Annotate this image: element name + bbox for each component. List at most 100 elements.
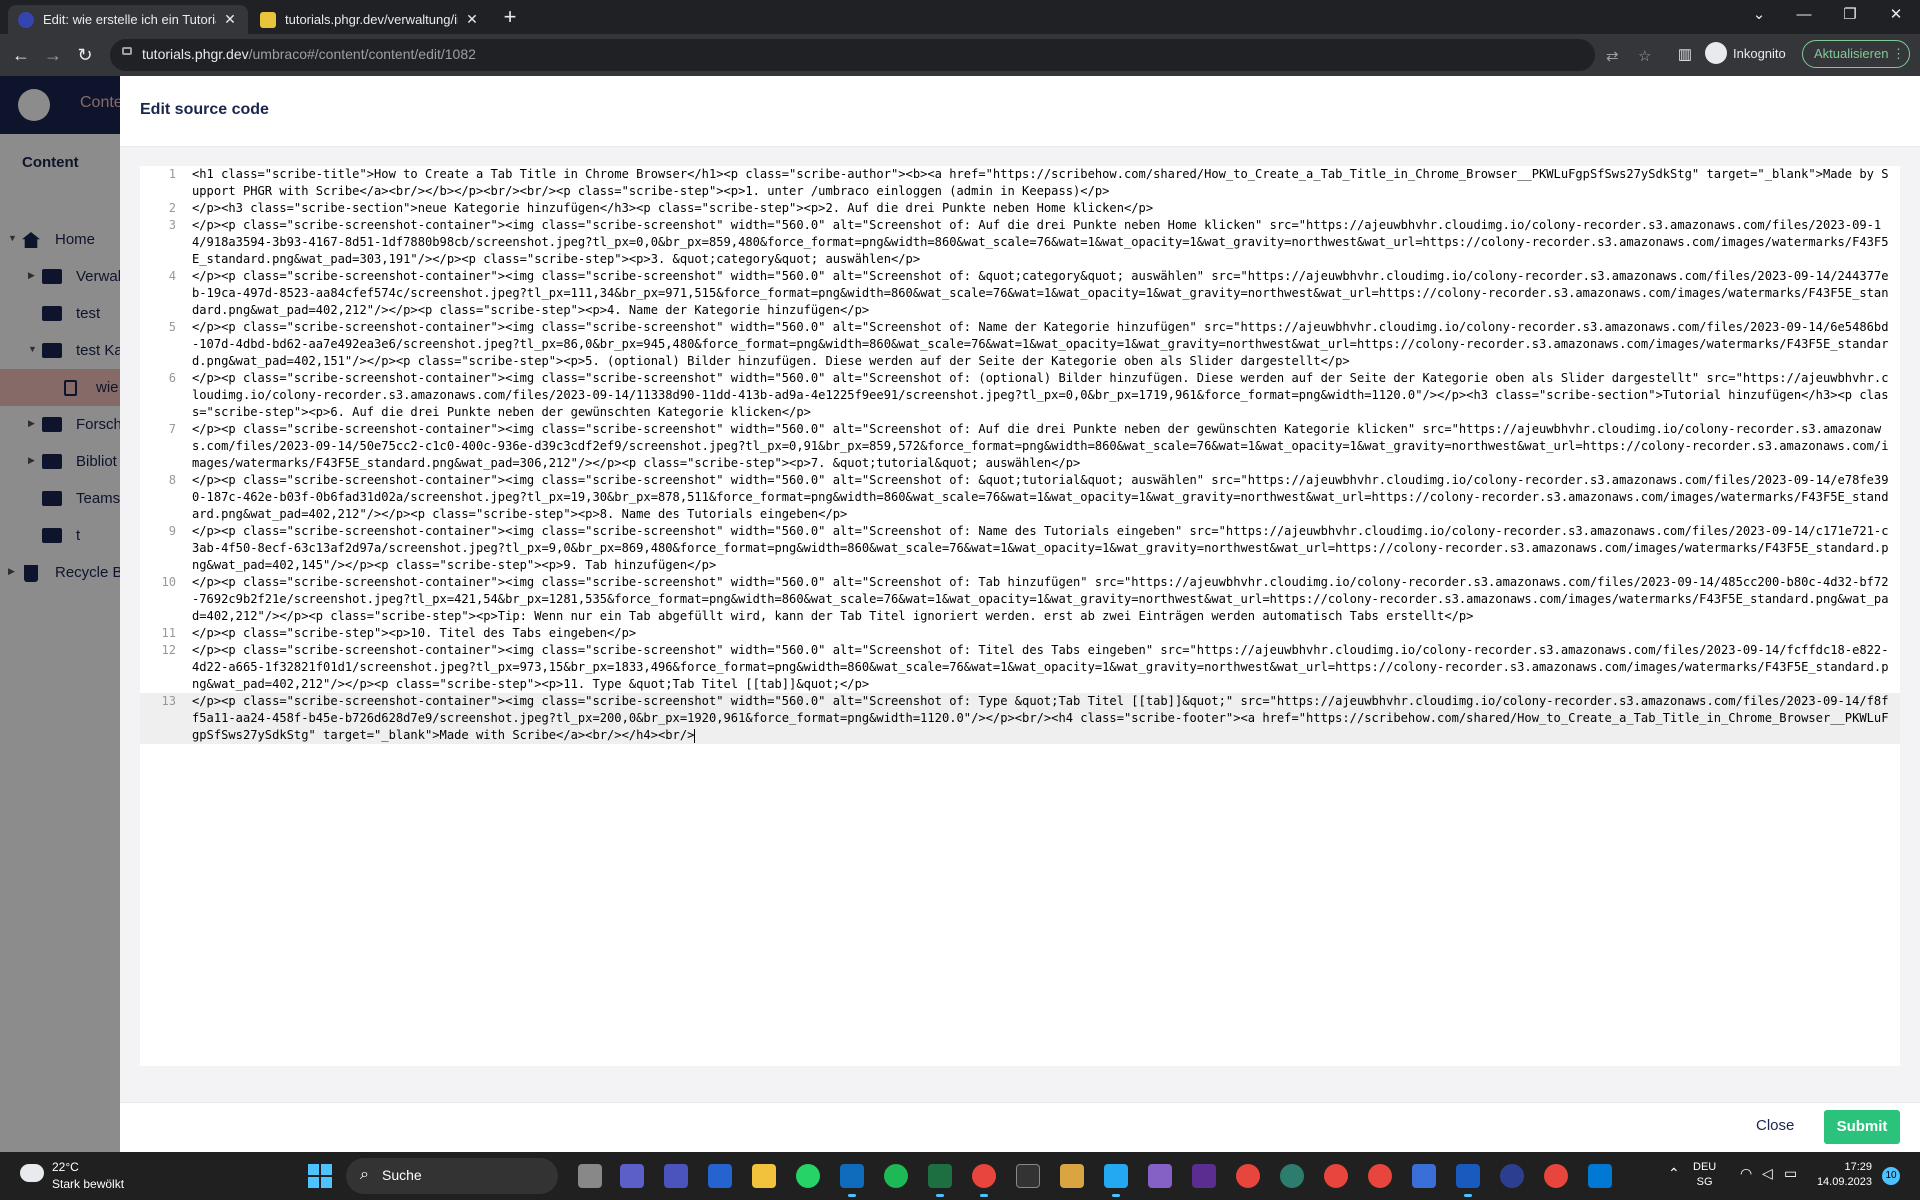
app-icon[interactable] <box>1280 1164 1304 1188</box>
text-cursor <box>694 728 696 743</box>
code-line[interactable]: 3 </p><p class="scribe-screenshot-contain… <box>140 217 1900 268</box>
system-clock[interactable]: 17:29 14.09.2023 <box>1812 1160 1872 1190</box>
line-text[interactable]: </p><p class="scribe-screenshot-containe… <box>192 574 1892 625</box>
code-lines[interactable]: 1 <h1 class="scribe-title">How to Create … <box>140 166 1900 744</box>
cloud-icon <box>20 1164 44 1182</box>
volume-icon[interactable]: ◁ <box>1762 1165 1773 1182</box>
wifi-icon[interactable]: ◠ <box>1740 1165 1752 1182</box>
close-tab-icon[interactable]: ✕ <box>464 11 480 28</box>
line-text[interactable]: </p><p class="scribe-screenshot-containe… <box>192 370 1892 421</box>
translate-icon[interactable]: ⇄ <box>1606 47 1619 65</box>
chrome-icon[interactable] <box>1324 1164 1348 1188</box>
notification-badge[interactable]: 10 <box>1882 1167 1900 1185</box>
clock-date: 14.09.2023 <box>1816 1176 1872 1188</box>
input-language[interactable]: DEU SG <box>1693 1160 1716 1190</box>
weather-text: Stark bewölkt <box>52 1177 125 1191</box>
terminal-icon[interactable] <box>1016 1164 1040 1188</box>
line-number: 3 <box>168 218 176 232</box>
code-line[interactable]: 10 </p><p class="scribe-screenshot-contai… <box>140 574 1900 625</box>
line-text[interactable]: </p><p class="scribe-screenshot-containe… <box>192 319 1892 370</box>
taskbar-search[interactable]: ⌕ Suche <box>346 1158 558 1194</box>
new-tab-button[interactable]: + <box>498 6 522 30</box>
code-line[interactable]: 11 </p><p class="scribe-step"><p>10. Tite… <box>140 625 1900 642</box>
line-number: 5 <box>168 320 176 334</box>
app-icon[interactable] <box>1412 1164 1436 1188</box>
line-text[interactable]: </p><h3 class="scribe-section">neue Kate… <box>192 200 1892 217</box>
app-icon[interactable] <box>1060 1164 1084 1188</box>
chevron-up-icon[interactable]: ⌃ <box>1668 1165 1680 1182</box>
browser-tab-active[interactable]: Edit: wie erstelle ich ein Tutorial ✕ <box>8 5 248 34</box>
outlook-icon[interactable] <box>840 1164 864 1197</box>
chrome-icon[interactable] <box>972 1164 996 1197</box>
teams-icon[interactable] <box>664 1164 688 1188</box>
back-arrow-icon[interactable]: ← <box>8 42 34 68</box>
chrome-icon[interactable] <box>1544 1164 1568 1188</box>
line-text[interactable]: </p><p class="scribe-screenshot-containe… <box>192 523 1892 574</box>
code-line[interactable]: 7 </p><p class="scribe-screenshot-contain… <box>140 421 1900 472</box>
line-number: 11 <box>161 626 176 640</box>
line-text[interactable]: </p><p class="scribe-screenshot-containe… <box>192 693 1892 744</box>
line-number: 4 <box>168 269 176 283</box>
bookmark-star-icon[interactable]: ☆ <box>1638 47 1651 65</box>
code-line[interactable]: 13 </p><p class="scribe-screenshot-contai… <box>140 693 1900 744</box>
line-text[interactable]: <h1 class="scribe-title">How to Create a… <box>192 166 1892 200</box>
file-explorer-icon[interactable] <box>752 1164 776 1188</box>
visual-studio-icon[interactable] <box>1148 1164 1172 1188</box>
line-number: 7 <box>168 422 176 436</box>
word-icon[interactable] <box>1456 1164 1480 1197</box>
line-number: 12 <box>161 643 176 657</box>
code-line[interactable]: 6 </p><p class="scribe-screenshot-contain… <box>140 370 1900 421</box>
spotify-icon[interactable] <box>884 1164 908 1188</box>
submit-button[interactable]: Submit <box>1824 1110 1900 1144</box>
chrome-icon[interactable] <box>1368 1164 1392 1188</box>
line-number: 13 <box>161 694 176 708</box>
code-line[interactable]: 9 </p><p class="scribe-screenshot-contain… <box>140 523 1900 574</box>
app-icon[interactable] <box>1588 1164 1612 1188</box>
browser-tab-strip: Edit: wie erstelle ich ein Tutorial ✕ tu… <box>0 0 1920 34</box>
todo-icon[interactable] <box>708 1164 732 1188</box>
address-bar[interactable]: tutorials.phgr.dev/umbraco#/content/cont… <box>110 39 1651 71</box>
close-button[interactable]: Close <box>1756 1117 1794 1134</box>
close-tab-icon[interactable]: ✕ <box>222 11 238 28</box>
task-view-icon[interactable] <box>578 1164 602 1188</box>
site-favicon-icon <box>260 11 276 28</box>
excel-icon[interactable] <box>928 1164 952 1197</box>
code-line[interactable]: 8 </p><p class="scribe-screenshot-contain… <box>140 472 1900 523</box>
keepass-icon[interactable] <box>1500 1164 1524 1188</box>
app-icon[interactable] <box>1192 1164 1216 1188</box>
line-text[interactable]: </p><p class="scribe-step"><p>10. Titel … <box>192 625 1892 642</box>
line-text[interactable]: </p><p class="scribe-screenshot-containe… <box>192 217 1892 268</box>
tab-title: Edit: wie erstelle ich ein Tutorial <box>43 12 216 27</box>
teams-chat-icon[interactable] <box>620 1164 644 1188</box>
minimize-button[interactable]: — <box>1782 0 1826 30</box>
edit-source-dialog: Edit source code 1 <h1 class="scribe-titl… <box>120 76 1920 1153</box>
tab-search-chevron-icon[interactable]: ⌄ <box>1737 0 1781 30</box>
code-line[interactable]: 12 </p><p class="scribe-screenshot-contai… <box>140 642 1900 693</box>
code-line[interactable]: 2 </p><h3 class="scribe-section">neue Kat… <box>140 200 1900 217</box>
incognito-indicator[interactable]: Inkognito <box>1705 42 1786 64</box>
side-panel-icon[interactable]: ▥ <box>1672 42 1698 68</box>
forward-arrow-icon[interactable]: → <box>40 42 66 68</box>
line-text[interactable]: </p><p class="scribe-screenshot-containe… <box>192 268 1892 319</box>
line-text[interactable]: </p><p class="scribe-screenshot-containe… <box>192 421 1892 472</box>
windows-start-icon[interactable] <box>308 1164 332 1188</box>
vscode-icon[interactable] <box>1104 1164 1128 1197</box>
chrome-profile-icon[interactable] <box>1236 1164 1260 1188</box>
line-number: 6 <box>168 371 176 385</box>
code-line[interactable]: 1 <h1 class="scribe-title">How to Create … <box>140 166 1900 200</box>
code-line[interactable]: 4 </p><p class="scribe-screenshot-contain… <box>140 268 1900 319</box>
restore-button[interactable]: ❐ <box>1828 0 1872 30</box>
code-editor[interactable]: 1 <h1 class="scribe-title">How to Create … <box>140 166 1900 1066</box>
reload-icon[interactable]: ↻ <box>72 42 98 68</box>
update-label: Aktualisieren <box>1814 46 1889 61</box>
lock-icon[interactable] <box>122 47 132 55</box>
browser-tab[interactable]: tutorials.phgr.dev/verwaltung/inf ✕ <box>250 5 490 34</box>
code-line[interactable]: 5 </p><p class="scribe-screenshot-contain… <box>140 319 1900 370</box>
close-window-button[interactable]: ✕ <box>1874 0 1918 30</box>
line-text[interactable]: </p><p class="scribe-screenshot-containe… <box>192 472 1892 523</box>
line-text[interactable]: </p><p class="scribe-screenshot-containe… <box>192 642 1892 693</box>
update-button[interactable]: Aktualisieren ⋮ <box>1802 40 1910 68</box>
whatsapp-icon[interactable] <box>796 1164 820 1188</box>
battery-icon[interactable]: ▭ <box>1784 1165 1797 1182</box>
modal-backdrop[interactable] <box>0 76 120 1152</box>
